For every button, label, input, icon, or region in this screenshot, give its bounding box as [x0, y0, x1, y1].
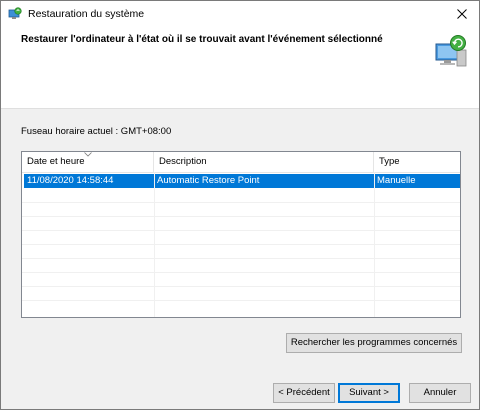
grid-divider: [22, 286, 460, 287]
next-button[interactable]: Suivant >: [338, 383, 400, 403]
window-title: Restauration du système: [28, 8, 145, 20]
grid-divider: [22, 300, 460, 301]
cancel-button[interactable]: Annuler: [409, 383, 471, 403]
grid-divider: [22, 244, 460, 245]
grid-divider: [374, 172, 375, 317]
column-header-description[interactable]: Description: [154, 152, 374, 172]
restore-points-list[interactable]: Date et heure Description Type 11/08/202…: [21, 151, 461, 318]
wizard-header: Restaurer l'ordinateur à l'état où il se…: [1, 27, 479, 108]
close-icon: [457, 9, 467, 19]
sort-descending-icon: [84, 152, 92, 157]
grid-divider: [22, 258, 460, 259]
grid-divider: [22, 230, 460, 231]
restore-point-description: Automatic Restore Point: [157, 175, 260, 186]
grid-divider: [22, 202, 460, 203]
title-bar: Restauration du système: [1, 1, 479, 27]
grid-divider: [154, 172, 155, 317]
system-restore-window: Restauration du système Restaurer l'ordi…: [0, 0, 480, 410]
computer-restore-icon: [433, 33, 469, 69]
grid-divider: [22, 272, 460, 273]
system-restore-icon: [8, 7, 22, 21]
back-button[interactable]: < Précédent: [273, 383, 335, 403]
scan-affected-programs-button[interactable]: Rechercher les programmes concernés: [286, 333, 462, 353]
restore-point-type: Manuelle: [377, 175, 416, 186]
timezone-label: Fuseau horaire actuel : GMT+08:00: [21, 126, 172, 137]
close-button[interactable]: [445, 1, 479, 27]
page-title: Restaurer l'ordinateur à l'état où il se…: [21, 34, 383, 45]
list-header: Date et heure Description Type: [22, 152, 460, 173]
column-header-type[interactable]: Type: [374, 152, 460, 172]
grid-divider: [22, 216, 460, 217]
restore-point-row[interactable]: 11/08/2020 14:58:44 Automatic Restore Po…: [24, 174, 460, 188]
header-divider: [1, 108, 479, 109]
restore-point-date: 11/08/2020 14:58:44: [27, 175, 114, 186]
